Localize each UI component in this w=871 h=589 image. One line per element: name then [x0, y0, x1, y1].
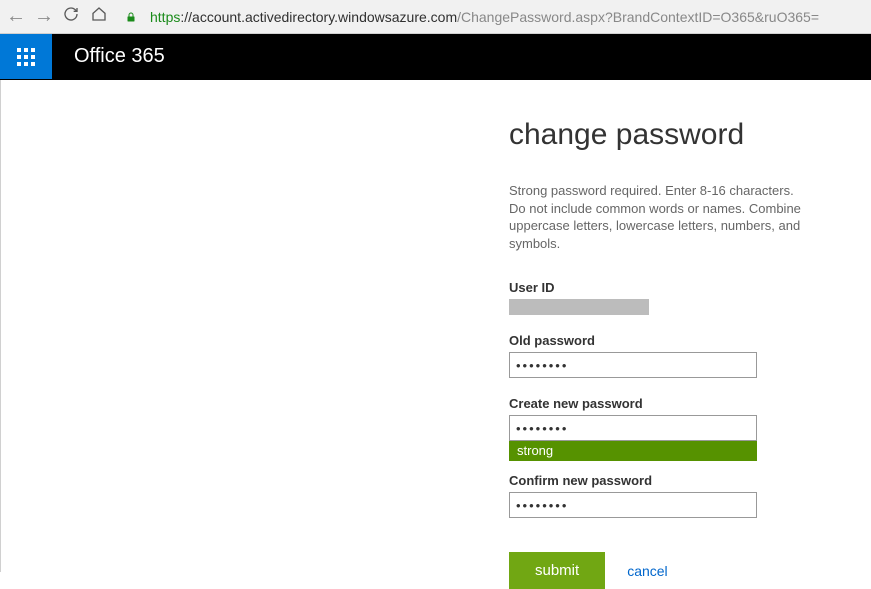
password-strength-indicator: strong: [509, 441, 757, 461]
old-password-input[interactable]: [509, 352, 757, 378]
password-requirements-text: Strong password required. Enter 8-16 cha…: [509, 182, 809, 252]
change-password-form: change password Strong password required…: [509, 118, 819, 589]
user-id-label: User ID: [509, 280, 819, 295]
app-header: Office 365: [0, 34, 871, 80]
confirm-password-label: Confirm new password: [509, 473, 819, 488]
new-password-label: Create new password: [509, 396, 819, 411]
app-launcher-button[interactable]: [0, 34, 52, 79]
url-host: ://account.activedirectory.windowsazure.…: [180, 9, 457, 25]
page-title: change password: [509, 118, 819, 152]
address-bar[interactable]: https://account.activedirectory.windowsa…: [150, 9, 819, 25]
new-password-block: Create new password strong: [509, 396, 819, 461]
lock-icon: [124, 10, 138, 24]
url-scheme: https: [150, 9, 180, 25]
submit-button[interactable]: submit: [509, 552, 605, 589]
old-password-block: Old password: [509, 333, 819, 378]
browser-toolbar: ← → https://account.activedirectory.wind…: [0, 0, 871, 34]
user-id-value: [509, 299, 649, 315]
page-content: change password Strong password required…: [0, 80, 871, 572]
waffle-icon: [17, 48, 35, 66]
back-button[interactable]: ←: [6, 5, 24, 28]
cancel-link[interactable]: cancel: [627, 563, 667, 579]
reload-button[interactable]: [62, 6, 80, 27]
user-id-block: User ID: [509, 280, 819, 315]
form-actions: submit cancel: [509, 552, 819, 589]
url-path: /ChangePassword.aspx?BrandContextID=O365…: [457, 9, 819, 25]
confirm-password-input[interactable]: [509, 492, 757, 518]
old-password-label: Old password: [509, 333, 819, 348]
forward-button[interactable]: →: [34, 5, 52, 28]
home-button[interactable]: [90, 6, 108, 27]
new-password-input[interactable]: [509, 415, 757, 441]
brand-title: Office 365: [52, 34, 165, 79]
confirm-password-block: Confirm new password: [509, 473, 819, 518]
